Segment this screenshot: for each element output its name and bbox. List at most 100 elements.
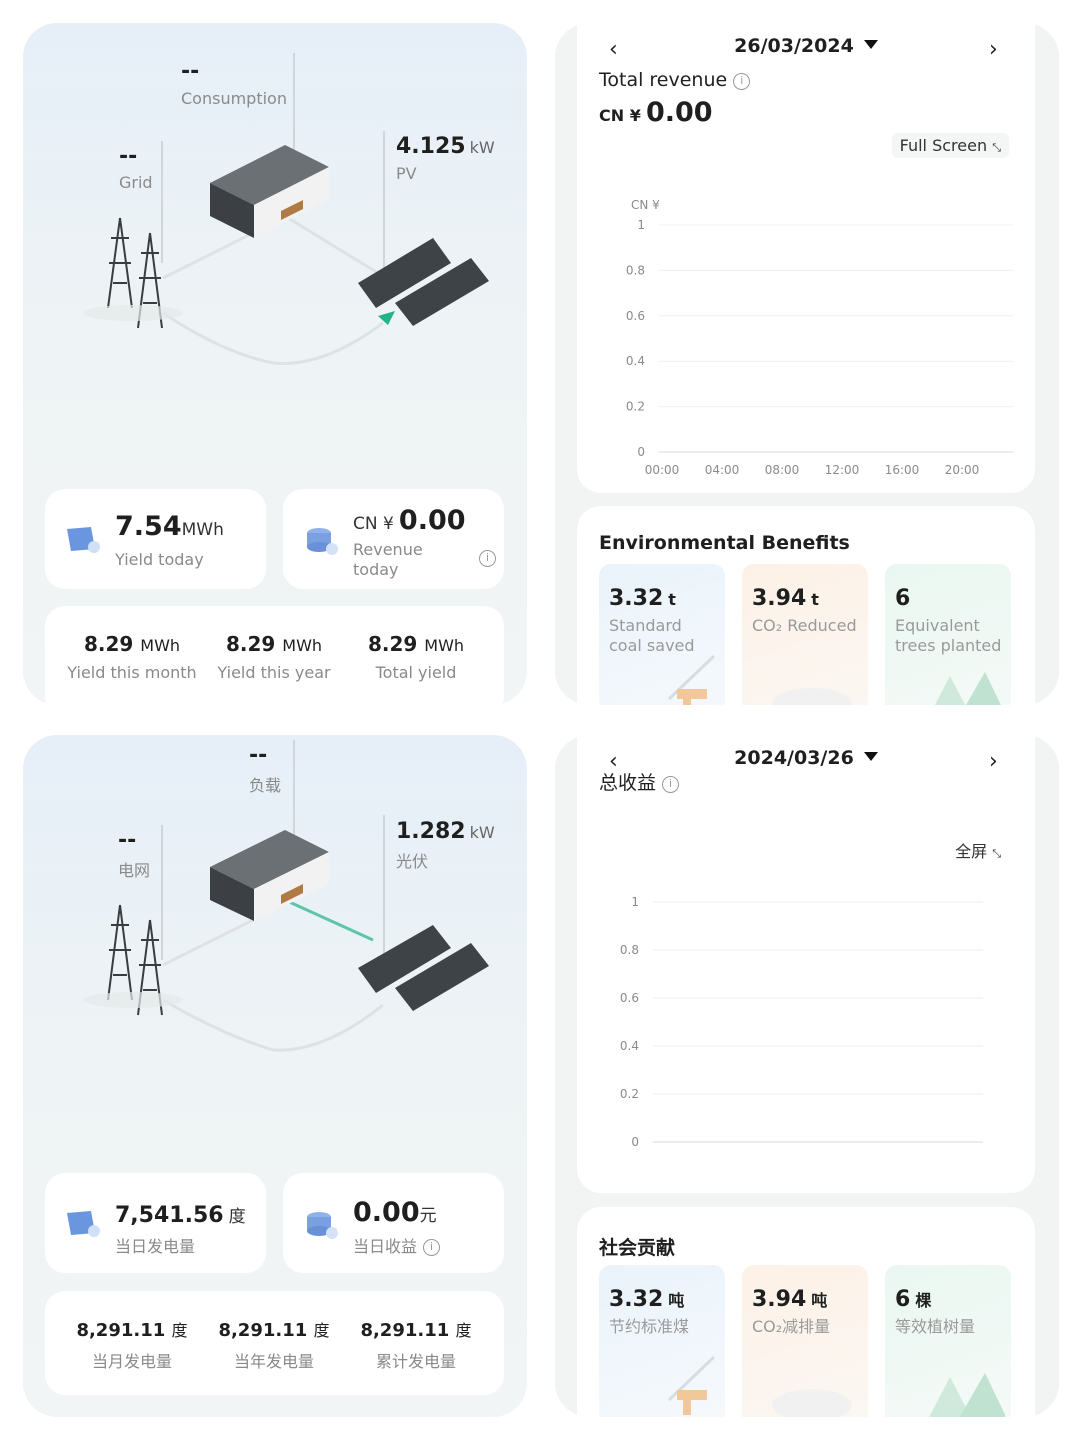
revenue-panel-zh: ‹ 2024/03/26 › 总收益 i 全屏 ⤡ 1 0.8 0.6 0.4 0.2 0 …: [555, 735, 1059, 1417]
y-tick-label: 1: [637, 218, 645, 232]
chevron-right-icon[interactable]: ›: [989, 749, 998, 774]
y-tick-label: 0.2: [626, 400, 645, 414]
x-tick-label: 04:00: [705, 463, 740, 477]
y-tick-label: 0.6: [620, 991, 639, 1005]
revenue-today-value: 0.00: [353, 1197, 420, 1228]
yield-month: 8,291.11 度当月发电量: [76, 1320, 188, 1371]
building-icon: [210, 145, 329, 238]
yield-today-label: 当日发电量: [115, 1237, 196, 1256]
yield-summary-card: 8,291.11 度当月发电量 8,291.11 度当年发电量 8,291.11…: [45, 1291, 504, 1395]
energy-flow-panel-en: -- Consumption -- Grid 4.125 kW PV 7.54MW…: [23, 23, 527, 705]
yield-today-label: Yield today: [115, 550, 204, 569]
coin-stack-icon: [307, 1212, 338, 1239]
tree-icon: [934, 672, 1001, 705]
pv-label: PV: [396, 164, 417, 183]
solar-panel-icon: [67, 527, 100, 553]
date-selector[interactable]: 26/03/2024: [577, 35, 1035, 57]
x-tick-label: 00:00: [645, 463, 680, 477]
benefit-trees: 6 Equivalent trees planted: [885, 564, 1011, 705]
solar-panel-icon: [67, 1211, 100, 1237]
y-tick-label: 0.8: [620, 943, 639, 957]
pv-value: 1.282 kW: [396, 819, 495, 844]
revenue-panel-en: ‹ 26/03/2024 › Total revenue i CN ¥ 0.00 …: [555, 23, 1059, 705]
solar-panel-icon: [358, 925, 489, 1011]
revenue-today-value: 0.00: [398, 505, 466, 536]
caret-down-icon: [863, 40, 878, 49]
benefit-co2: 3.94 吨 CO₂减排量: [742, 1265, 868, 1417]
yield-total: 8.29 MWh Total yield: [367, 632, 465, 682]
revenue-chart-card: ‹ 2024/03/26 › 总收益 i 全屏 ⤡ 1 0.8 0.6 0.4 0.2 0: [577, 735, 1035, 1193]
env-benefits-title: 社会贡献: [599, 1237, 676, 1259]
pv-value: 4.125 kW: [396, 134, 495, 159]
y-tick-label: 0.2: [620, 1087, 639, 1101]
plant-illustration: [83, 740, 489, 1052]
consumption-label: 负载: [249, 776, 282, 795]
yield-year: 8.29 MWh Yield this year: [217, 632, 331, 682]
env-benefits-title: Environmental Benefits: [599, 532, 850, 554]
total-revenue-value: CN ¥ 0.00: [599, 97, 713, 128]
benefit-coal: 3.32 t Standard coal saved: [599, 564, 725, 705]
x-tick-label: 20:00: [945, 463, 980, 477]
y-tick-label: 0: [637, 445, 645, 459]
total-revenue-title: Total revenue i: [599, 69, 751, 91]
expand-icon: ⤡: [992, 141, 1001, 154]
revenue-today-label: Revenue today: [353, 540, 423, 579]
consumption-value: --: [249, 743, 268, 768]
coal-shovel-icon: [667, 1355, 716, 1415]
energy-flow-panel-zh: -- 负载 -- 电网 1.282 kW 光伏 7,541.56 度 当日发电量 …: [23, 735, 527, 1417]
yield-today-value: 7,541.56: [115, 1203, 224, 1228]
yield-today-value: 7.54: [115, 511, 182, 542]
info-icon[interactable]: i: [423, 1239, 441, 1256]
cloud-icon: [772, 688, 852, 705]
coin-stack-icon: [307, 528, 338, 555]
date-selector[interactable]: 2024/03/26: [577, 747, 1035, 769]
full-screen-button[interactable]: Full Screen ⤡: [891, 133, 1009, 158]
yield-month: 8.29 MWh Yield this month: [67, 632, 197, 682]
revenue-chart: CN ¥ 1 0.8 0.6 0.4 0.2 000:00 04:00 08:00 12:00 16…: [626, 198, 1013, 477]
benefit-trees: 6棵 等效植树量: [885, 1265, 1011, 1417]
y-tick-label: 0.4: [620, 1039, 639, 1053]
info-icon[interactable]: i: [733, 73, 751, 90]
chevron-right-icon[interactable]: ›: [989, 37, 998, 62]
tree-icon: [929, 1373, 1005, 1417]
grid-value: --: [118, 828, 137, 853]
yield-summary-card: 8.29 MWh Yield this month 8.29 MWh Yield t…: [45, 606, 504, 705]
revenue-chart: 1 0.8 0.6 0.4 0.2 0: [620, 895, 983, 1149]
x-tick-label: 08:00: [765, 463, 800, 477]
grid-label: 电网: [118, 861, 151, 880]
consumption-label: Consumption: [181, 89, 287, 108]
pv-label: 光伏: [396, 852, 429, 871]
grid-label: Grid: [119, 173, 153, 192]
environmental-benefits-card: 社会贡献 3.32 吨 节约标准煤 3.94 吨 CO₂减排量 6棵 等效植树量: [577, 1207, 1035, 1417]
yield-today-card[interactable]: 7,541.56 度 当日发电量: [45, 1173, 266, 1273]
y-tick-label: 0.6: [626, 309, 645, 323]
info-icon[interactable]: i: [662, 776, 680, 793]
revenue-today-label: 当日收益 i: [353, 1233, 441, 1257]
solar-panel-icon: [358, 238, 489, 326]
benefit-co2: 3.94 t CO₂ Reduced: [742, 564, 868, 705]
y-tick-label: 0.4: [626, 354, 645, 368]
yield-total: 8,291.11 度累计发电量: [360, 1320, 472, 1371]
building-icon: [210, 830, 329, 921]
yield-year: 8,291.11 度当年发电量: [218, 1320, 330, 1371]
total-revenue-title: 总收益 i: [599, 768, 680, 795]
revenue-today-card[interactable]: CN ¥ 0.00 Revenue today i: [283, 489, 504, 589]
y-tick-label: 0: [631, 1135, 639, 1149]
grid-value: --: [119, 144, 138, 169]
y-axis-unit: CN ¥: [631, 198, 660, 212]
revenue-today-card[interactable]: 0.00元 当日收益 i: [283, 1173, 504, 1273]
coal-shovel-icon: [667, 654, 716, 705]
cloud-icon: [772, 1389, 852, 1417]
y-tick-label: 1: [631, 895, 639, 909]
x-tick-label: 12:00: [825, 463, 860, 477]
expand-icon: ⤡: [992, 847, 1001, 860]
revenue-chart-card: ‹ 26/03/2024 › Total revenue i CN ¥ 0.00 …: [577, 23, 1035, 493]
environmental-benefits-card: Environmental Benefits 3.32 t Standard coa…: [577, 506, 1035, 705]
revenue-currency: CN ¥: [353, 514, 394, 534]
info-icon[interactable]: i: [479, 550, 496, 567]
yield-today-card[interactable]: 7.54MWh Yield today: [45, 489, 266, 589]
consumption-value: --: [181, 59, 200, 84]
y-tick-label: 0.8: [626, 263, 645, 277]
x-tick-label: 16:00: [885, 463, 920, 477]
full-screen-button[interactable]: 全屏 ⤡: [947, 835, 1009, 865]
